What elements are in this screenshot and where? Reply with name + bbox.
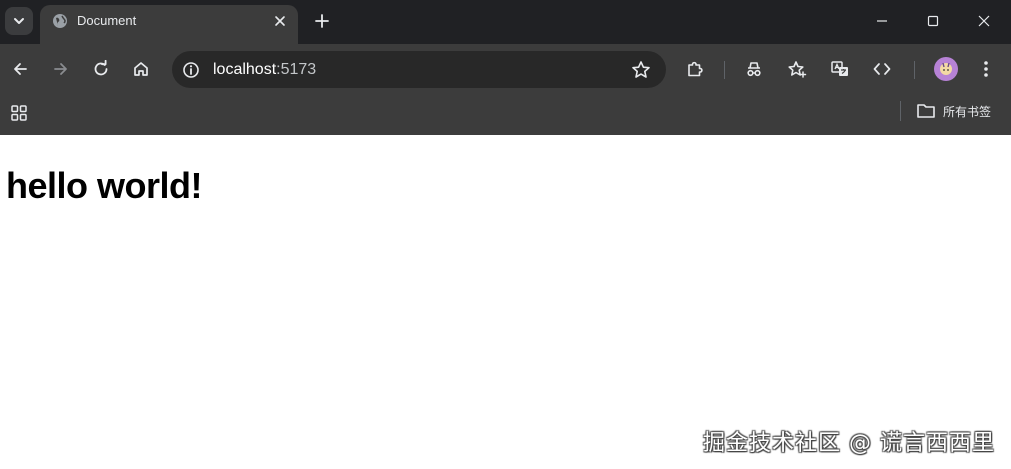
reload-button[interactable] <box>88 56 114 82</box>
site-info-icon[interactable] <box>180 59 201 80</box>
arrow-left-icon <box>14 63 27 75</box>
code-icon <box>873 63 891 75</box>
profile-avatar[interactable] <box>934 57 958 81</box>
url-port: :5173 <box>276 61 317 78</box>
devtools-button[interactable] <box>869 56 895 82</box>
close-icon <box>978 15 990 27</box>
home-icon <box>134 62 148 76</box>
incognito-extension-button[interactable] <box>741 56 767 82</box>
minimize-button[interactable] <box>858 0 906 42</box>
address-bar[interactable]: localhost:5173 <box>172 51 666 88</box>
watermark-text: 掘金技术社区 @ 谎言西西里 <box>703 431 995 456</box>
globe-icon <box>52 13 68 29</box>
minimize-icon <box>877 20 887 22</box>
translate-button[interactable] <box>827 56 853 82</box>
chevron-down-icon <box>14 18 24 24</box>
page-viewport: hello world! 掘金技术社区 @ 谎言西西里 <box>0 135 1011 469</box>
new-tab-button[interactable] <box>310 9 334 33</box>
toolbar-separator <box>724 61 725 79</box>
forward-button[interactable] <box>48 56 74 82</box>
arrow-right-icon <box>54 63 67 75</box>
translate-icon <box>831 61 848 76</box>
close-icon <box>275 16 285 26</box>
all-bookmarks-label: 所有书签 <box>943 104 992 119</box>
url-text: localhost:5173 <box>213 60 316 79</box>
folder-icon <box>917 104 935 118</box>
close-tab-button[interactable] <box>270 11 290 31</box>
url-host: localhost <box>213 61 277 78</box>
maximize-icon <box>927 15 939 27</box>
reload-icon <box>94 60 108 76</box>
tab-search-button[interactable] <box>5 7 33 35</box>
menu-button[interactable] <box>973 56 999 82</box>
close-window-button[interactable] <box>960 0 1008 42</box>
home-button[interactable] <box>128 56 154 82</box>
spy-icon <box>747 62 761 77</box>
more-vert-icon <box>984 61 988 77</box>
puzzle-icon <box>688 61 703 77</box>
tab-title: Document <box>77 13 137 28</box>
bookmarks-separator <box>900 101 901 121</box>
all-bookmarks-button[interactable]: 所有书签 <box>916 100 991 122</box>
favorites-extension-button[interactable] <box>784 56 810 82</box>
tab-document[interactable]: Document <box>40 5 298 44</box>
avatar-icon <box>940 62 952 75</box>
extensions-button[interactable] <box>682 56 708 82</box>
tab-strip: Document <box>0 0 1011 44</box>
star-sparkle-icon <box>788 61 807 78</box>
toolbar-separator <box>914 61 915 79</box>
plus-icon <box>315 14 329 28</box>
toolbar: localhost:5173 <box>0 44 1011 94</box>
maximize-button[interactable] <box>909 0 957 42</box>
back-button[interactable] <box>7 56 33 82</box>
bookmark-star-button[interactable] <box>630 59 652 81</box>
bookmarks-bar: 所有书签 <box>0 94 1011 135</box>
star-icon <box>632 61 650 78</box>
page-heading: hello world! <box>6 165 203 206</box>
apps-grid-icon <box>11 105 27 121</box>
browser-window: Document localhost:5173 所有书签 hello world… <box>0 0 1011 469</box>
apps-button[interactable] <box>8 102 30 124</box>
